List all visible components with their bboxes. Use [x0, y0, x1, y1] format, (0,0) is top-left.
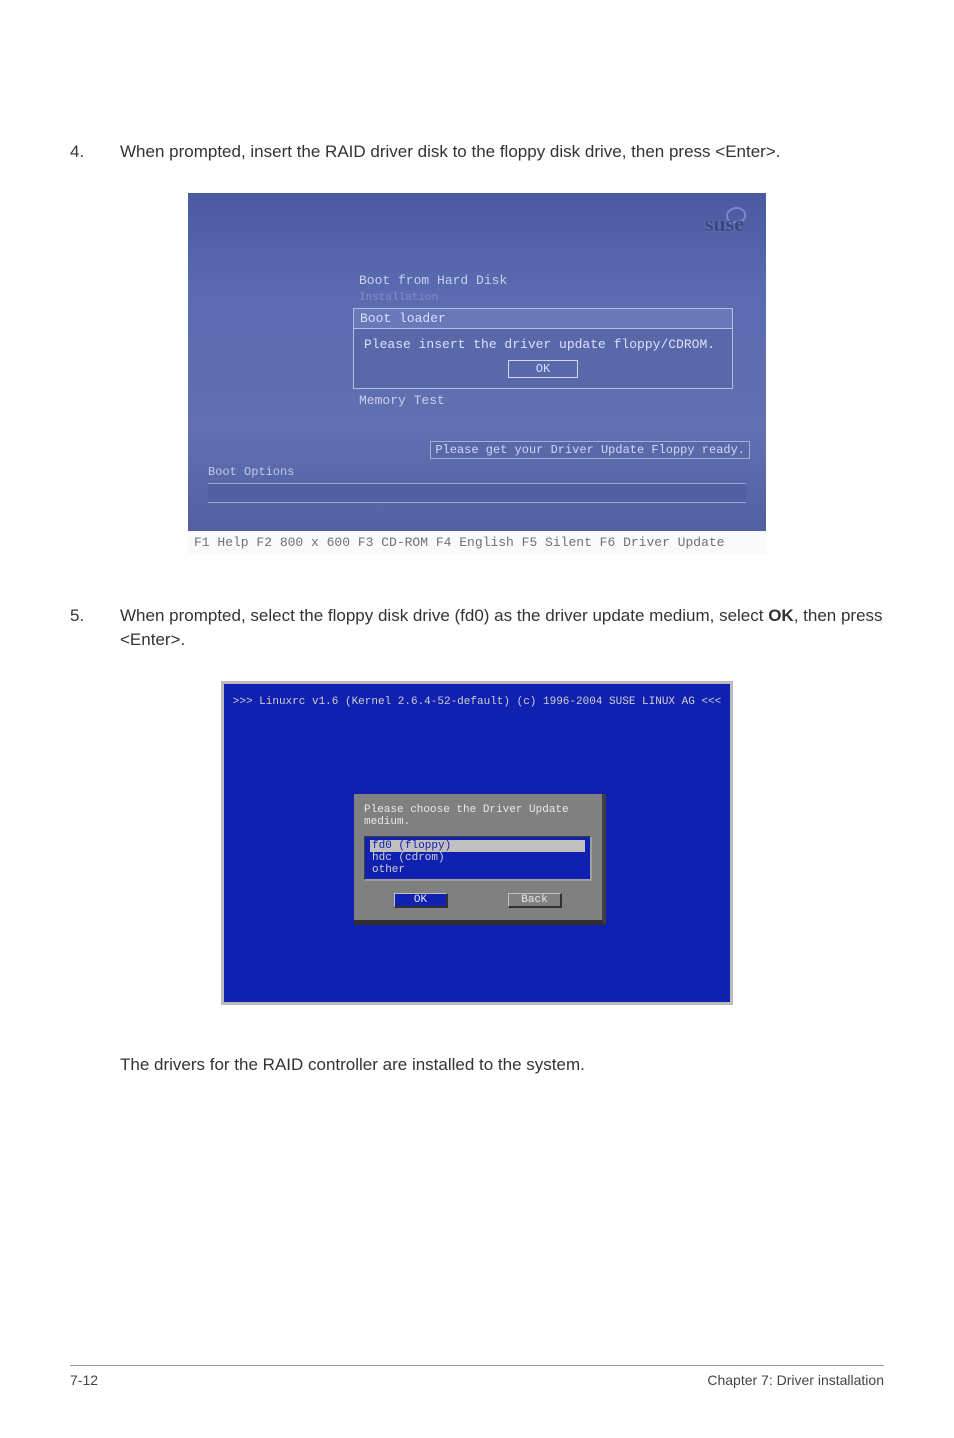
chapter-title: Chapter 7: Driver installation [707, 1372, 884, 1388]
boot-loader-title: Boot loader [354, 309, 732, 329]
figure-1-suse-boot: suse Boot from Hard Disk Installation Bo… [188, 193, 766, 554]
boot-options-label: Boot Options [208, 465, 294, 479]
installation-item: Installation [353, 290, 733, 306]
step-5: 5. When prompted, select the floppy disk… [70, 604, 884, 653]
option-fd0[interactable]: fd0 (floppy) [370, 840, 585, 852]
boot-menu: Boot from Hard Disk Installation Boot lo… [353, 271, 733, 412]
step-4-text: When prompted, insert the RAID driver di… [120, 140, 884, 165]
step-4-number: 4. [70, 140, 120, 165]
page-number: 7-12 [70, 1372, 98, 1388]
memory-test-item: Memory Test [353, 389, 733, 412]
boot-loader-message: Please insert the driver update floppy/C… [364, 337, 722, 352]
boot-from-hard-disk: Boot from Hard Disk [353, 271, 733, 290]
option-hdc[interactable]: hdc (cdrom) [370, 852, 585, 864]
page-footer: 7-12 Chapter 7: Driver installation [70, 1365, 884, 1388]
boot-loader-dialog: Boot loader Please insert the driver upd… [353, 308, 733, 389]
step-4: 4. When prompted, insert the RAID driver… [70, 140, 884, 165]
figure-2-linuxrc: >>> Linuxrc v1.6 (Kernel 2.6.4-52-defaul… [221, 681, 733, 1005]
fkey-bar: F1 Help F2 800 x 600 F3 CD-ROM F4 Englis… [188, 531, 766, 554]
step-5-text: When prompted, select the floppy disk dr… [120, 604, 884, 653]
ok-button[interactable]: OK [394, 893, 448, 908]
linuxrc-header: >>> Linuxrc v1.6 (Kernel 2.6.4-52-defaul… [224, 684, 730, 708]
driver-ready-box: Please get your Driver Update Floppy rea… [430, 441, 750, 459]
driver-medium-prompt: Please choose the Driver Update medium. [364, 804, 592, 828]
driver-medium-dialog: Please choose the Driver Update medium. … [354, 794, 606, 925]
closing-text: The drivers for the RAID controller are … [70, 1055, 884, 1075]
step-5-number: 5. [70, 604, 120, 653]
suse-logo: suse [705, 211, 744, 237]
back-button[interactable]: Back [508, 893, 562, 908]
ok-button[interactable]: OK [508, 360, 578, 378]
driver-medium-list[interactable]: fd0 (floppy) hdc (cdrom) other [364, 836, 592, 881]
option-other[interactable]: other [370, 864, 585, 876]
boot-options-input[interactable] [208, 483, 746, 503]
